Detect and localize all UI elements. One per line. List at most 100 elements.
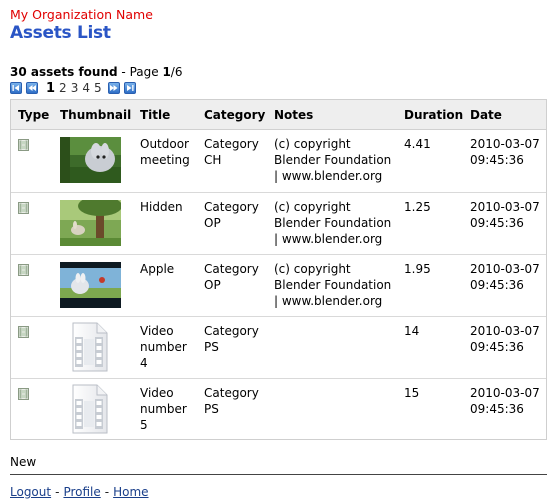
asset-category-line: PS (204, 402, 219, 416)
asset-duration-line: 1.95 (404, 262, 431, 276)
page-link[interactable]: 1 (46, 81, 55, 96)
thumbnail-image[interactable] (60, 137, 121, 183)
thumbnail-image[interactable] (60, 262, 121, 308)
results-summary: 30 assets found - Page 1/6 (10, 65, 182, 79)
asset-date-line: 2010-03-07 (470, 386, 540, 400)
asset-category-line: PS (204, 340, 219, 354)
table-row[interactable]: Outdoor meeting Category CH (c) copyright Ble… (11, 130, 546, 193)
prev-page-icon[interactable] (26, 82, 38, 94)
film-strip-icon (18, 139, 29, 151)
asset-category-line: Category (204, 324, 259, 338)
asset-notes-line: | www.blender.org (274, 169, 383, 183)
asset-title[interactable]: Outdoor meeting (140, 136, 190, 168)
page-link[interactable]: 4 (82, 81, 90, 95)
asset-title-line: number (140, 340, 187, 354)
column-header-notes[interactable]: Notes (274, 108, 313, 122)
asset-duration-line: 15 (404, 386, 420, 400)
logout-link[interactable]: Logout (10, 485, 51, 499)
asset-category-line: OP (204, 278, 221, 292)
table-row[interactable]: Hidden Category OP (c) copyright Blender Fou… (11, 193, 546, 255)
asset-notes: (c) copyright Blender Foundation | www.ble… (274, 261, 391, 309)
column-header-category[interactable]: Category (204, 108, 265, 122)
thumbnail-image[interactable] (60, 200, 121, 246)
column-header-type[interactable]: Type (18, 108, 49, 122)
footer-separator: - (104, 485, 110, 499)
film-strip-icon (18, 264, 29, 276)
asset-category-line: OP (204, 216, 221, 230)
asset-title-line: Hidden (140, 200, 183, 214)
asset-notes-line: (c) copyright (274, 137, 351, 151)
page-total: /6 (170, 65, 183, 79)
asset-title-line: 4 (140, 356, 148, 370)
film-strip-icon (18, 388, 29, 400)
next-page-icon[interactable] (107, 82, 120, 94)
asset-duration-line: 1.25 (404, 200, 431, 214)
asset-category: Category OP (204, 199, 259, 231)
video-file-icon[interactable] (69, 383, 111, 435)
asset-title-line: 5 (140, 418, 148, 432)
column-header-date[interactable]: Date (470, 108, 502, 122)
asset-notes-line: (c) copyright (274, 262, 351, 276)
asset-duration-line: 14 (404, 324, 420, 338)
current-page-number: 1 (162, 65, 171, 79)
asset-title[interactable]: Video number 4 (140, 323, 187, 371)
asset-category-line: Category (204, 262, 259, 276)
asset-notes-line: | www.blender.org (274, 232, 383, 246)
asset-category: Category PS (204, 323, 259, 355)
asset-category-line: Category (204, 200, 259, 214)
table-row[interactable]: Video number 4 Category PS 14 2010-03-07 09:45:… (11, 317, 546, 379)
asset-title[interactable]: Video number 5 (140, 385, 187, 433)
asset-title[interactable]: Hidden (140, 199, 183, 215)
asset-category: Category CH (204, 136, 259, 168)
asset-title-line: meeting (140, 153, 190, 167)
table-row[interactable]: Apple Category OP (c) copyright Blender Foun… (11, 255, 546, 317)
page-link[interactable]: 3 (71, 81, 79, 95)
asset-date-line: 09:45:36 (470, 153, 524, 167)
asset-date-line: 2010-03-07 (470, 262, 540, 276)
asset-notes-line: Blender Foundation (274, 216, 392, 230)
asset-notes-line: (c) copyright (274, 200, 351, 214)
column-header-duration[interactable]: Duration (404, 108, 463, 122)
asset-title-line: Video (140, 324, 174, 338)
page-link[interactable]: 5 (94, 81, 102, 95)
asset-title-line: Apple (140, 262, 175, 276)
table-row[interactable]: Video number 5 Category PS 15 2010-03-07 09:45:… (11, 379, 546, 440)
profile-link[interactable]: Profile (63, 485, 100, 499)
asset-date-line: 2010-03-07 (470, 200, 540, 214)
asset-date-line: 09:45:36 (470, 216, 524, 230)
page-prefix: - Page (117, 65, 163, 79)
asset-count: 30 assets found (10, 65, 118, 79)
page-link[interactable]: 2 (59, 81, 67, 95)
footer-separator: - (55, 485, 60, 499)
asset-title-line: number (140, 402, 187, 416)
pagination: 12345 (10, 81, 140, 96)
page-numbers: 12345 (44, 81, 104, 96)
home-link[interactable]: Home (113, 485, 148, 499)
assets-table: Type Thumbnail Title Category Notes Dura… (10, 99, 547, 440)
first-page-icon[interactable] (10, 82, 22, 94)
asset-duration: 15 (404, 385, 419, 401)
table-header: Type Thumbnail Title Category Notes Dura… (11, 100, 546, 130)
asset-category: Category OP (204, 261, 259, 293)
asset-duration: 14 (404, 323, 419, 339)
column-header-thumbnail[interactable]: Thumbnail (60, 108, 131, 122)
asset-date-line: 09:45:36 (470, 278, 524, 292)
film-strip-icon (18, 326, 29, 338)
asset-category-line: Category (204, 137, 259, 151)
asset-date: 2010-03-07 09:45:36 (470, 385, 540, 417)
footer-divider (10, 474, 547, 475)
asset-title-line: Video (140, 386, 174, 400)
asset-date-line: 09:45:36 (470, 340, 524, 354)
last-page-icon[interactable] (123, 82, 136, 94)
asset-notes: (c) copyright Blender Foundation | www.ble… (274, 136, 391, 184)
asset-title[interactable]: Apple (140, 261, 174, 277)
asset-notes: (c) copyright Blender Foundation | www.ble… (274, 199, 391, 247)
organization-name: My Organization Name (10, 7, 153, 22)
asset-notes-line: | www.blender.org (274, 294, 383, 308)
column-header-title[interactable]: Title (140, 108, 170, 122)
asset-notes-line: Blender Foundation (274, 153, 392, 167)
video-file-icon[interactable] (69, 321, 111, 373)
asset-duration: 1.25 (404, 199, 431, 215)
new-asset-link[interactable]: New (10, 455, 36, 469)
asset-date-line: 09:45:36 (470, 402, 524, 416)
